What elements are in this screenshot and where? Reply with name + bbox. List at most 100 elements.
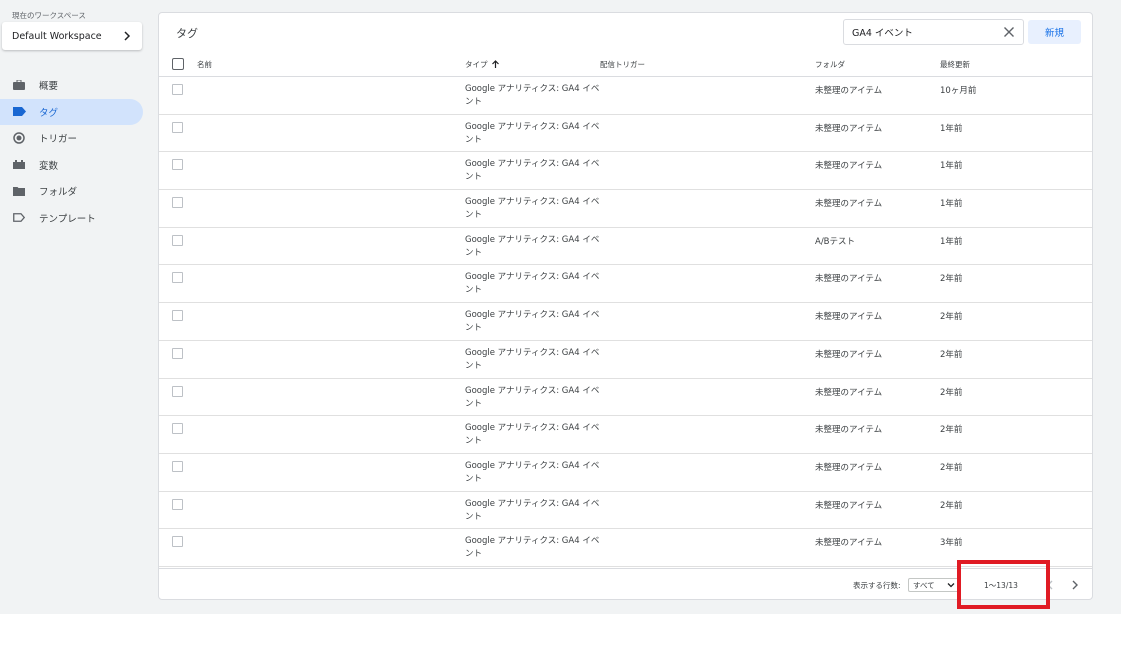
row-checkbox[interactable]	[172, 498, 183, 510]
workspace-selector[interactable]: Default Workspace	[2, 22, 142, 50]
row-checkbox-cell	[172, 84, 183, 95]
table-row[interactable]: Google アナリティクス: GA4 イベント 未整理のアイテム 2年前	[159, 303, 1092, 341]
close-icon[interactable]	[1003, 26, 1015, 38]
sidebar-item-variables[interactable]: 変数	[0, 152, 150, 179]
table-body: Google アナリティクス: GA4 イベント 未整理のアイテム 10ヶ月前 Goo…	[159, 77, 1092, 567]
table-header: 名前 タイプ 配信トリガー フォルダ 最終更新	[159, 51, 1092, 77]
cell-folder: 未整理のアイテム	[815, 462, 883, 473]
sidebar-nav: 概要 タグ トリガー 変数 フォルダ テンプレート	[0, 72, 150, 231]
table-row[interactable]: Google アナリティクス: GA4 イベント A/Bテスト 1年前	[159, 228, 1092, 266]
cell-type: Google アナリティクス: GA4 イベント	[465, 310, 600, 334]
cell-folder: 未整理のアイテム	[815, 312, 883, 323]
cell-type: Google アナリティクス: GA4 イベント	[465, 121, 600, 145]
table-row[interactable]: Google アナリティクス: GA4 イベント 未整理のアイテム 1年前	[159, 115, 1092, 153]
sidebar-item-folders[interactable]: フォルダ	[0, 178, 150, 205]
variables-icon	[12, 158, 26, 172]
cell-type: Google アナリティクス: GA4 イベント	[465, 460, 600, 484]
row-checkbox[interactable]	[172, 234, 183, 246]
row-checkbox[interactable]	[172, 159, 183, 171]
sidebar-item-templates[interactable]: テンプレート	[0, 205, 150, 232]
folder-icon	[12, 184, 26, 198]
sidebar-item-label: トリガー	[39, 134, 78, 146]
column-header-type[interactable]: タイプ	[465, 51, 500, 77]
row-checkbox-cell	[172, 460, 183, 472]
rows-per-page-select[interactable]: すべて	[908, 578, 960, 592]
cell-type: Google アナリティクス: GA4 イベント	[465, 84, 600, 107]
chevron-right-icon[interactable]	[1068, 577, 1082, 593]
table-row[interactable]: Google アナリティクス: GA4 イベント 未整理のアイテム 2年前	[159, 416, 1092, 454]
search-input[interactable]	[852, 26, 1003, 38]
app-root: 現在のワークスペース Default Workspace 概要 タグ トリガー …	[0, 0, 1121, 614]
cell-folder: 未整理のアイテム	[815, 123, 883, 134]
row-checkbox[interactable]	[172, 84, 183, 95]
column-header-updated[interactable]: 最終更新	[940, 51, 970, 77]
row-checkbox-cell	[172, 498, 183, 510]
cell-folder: 未整理のアイテム	[815, 274, 883, 285]
cell-last-updated: 1年前	[940, 199, 963, 210]
cell-folder: 未整理のアイテム	[815, 425, 883, 436]
cell-last-updated: 2年前	[940, 312, 963, 323]
row-checkbox[interactable]	[172, 347, 183, 359]
cell-last-updated: 3年前	[940, 538, 963, 549]
cell-last-updated: 2年前	[940, 425, 963, 436]
row-checkbox[interactable]	[172, 121, 183, 133]
cell-type: Google アナリティクス: GA4 イベント	[465, 234, 600, 258]
chevron-right-icon	[124, 31, 131, 41]
chevron-down-icon	[947, 583, 955, 588]
new-tag-button[interactable]: 新規	[1028, 20, 1081, 44]
sidebar: 現在のワークスペース Default Workspace 概要 タグ トリガー …	[0, 0, 150, 614]
cell-type: Google アナリティクス: GA4 イベント	[465, 423, 600, 447]
row-checkbox-cell	[172, 159, 183, 171]
table-row[interactable]: Google アナリティクス: GA4 イベント 未整理のアイテム 3年前	[159, 529, 1092, 567]
tag-icon	[12, 105, 26, 119]
cell-folder: 未整理のアイテム	[815, 538, 883, 549]
row-checkbox[interactable]	[172, 272, 183, 284]
row-checkbox-cell	[172, 272, 183, 284]
select-all-checkbox[interactable]	[172, 58, 184, 70]
row-checkbox-cell	[172, 423, 183, 435]
cell-last-updated: 2年前	[940, 387, 963, 398]
sidebar-item-tags[interactable]: タグ	[0, 98, 143, 125]
table-row[interactable]: Google アナリティクス: GA4 イベント 未整理のアイテム 2年前	[159, 265, 1092, 304]
row-checkbox[interactable]	[172, 310, 183, 322]
cell-last-updated: 1年前	[940, 236, 963, 247]
table-row[interactable]: Google アナリティクス: GA4 イベント 未整理のアイテム 2年前	[159, 379, 1092, 417]
cell-type: Google アナリティクス: GA4 イベント	[465, 159, 600, 183]
cell-type: Google アナリティクス: GA4 イベント	[465, 536, 600, 560]
column-header-type-label: タイプ	[465, 59, 488, 69]
table-row[interactable]: Google アナリティクス: GA4 イベント 未整理のアイテム 1年前	[159, 152, 1092, 191]
sidebar-item-overview[interactable]: 概要	[0, 72, 150, 99]
cell-last-updated: 2年前	[940, 500, 963, 511]
search-box[interactable]	[843, 19, 1024, 45]
rows-per-page-value: すべて	[913, 580, 935, 590]
table-row[interactable]: Google アナリティクス: GA4 イベント 未整理のアイテム 2年前	[159, 492, 1092, 530]
column-header-name[interactable]: 名前	[197, 51, 212, 77]
row-checkbox[interactable]	[172, 536, 183, 548]
column-header-folder[interactable]: フォルダ	[815, 51, 845, 77]
column-header-trigger[interactable]: 配信トリガー	[600, 51, 645, 77]
page-title: タグ	[176, 27, 198, 40]
cell-folder: 未整理のアイテム	[815, 199, 883, 210]
sidebar-item-triggers[interactable]: トリガー	[0, 125, 150, 152]
cell-last-updated: 2年前	[940, 274, 963, 285]
row-checkbox-cell	[172, 385, 183, 397]
table-row[interactable]: Google アナリティクス: GA4 イベント 未整理のアイテム 1年前	[159, 190, 1092, 228]
table-row[interactable]: Google アナリティクス: GA4 イベント 未整理のアイテム 2年前	[159, 454, 1092, 492]
row-checkbox[interactable]	[172, 197, 183, 209]
row-checkbox-cell	[172, 234, 183, 246]
trigger-icon	[12, 131, 26, 145]
row-checkbox[interactable]	[172, 385, 183, 397]
sidebar-item-label: テンプレート	[39, 213, 96, 225]
cell-folder: 未整理のアイテム	[815, 387, 883, 398]
sidebar-item-label: タグ	[39, 107, 59, 119]
cell-last-updated: 1年前	[940, 123, 963, 134]
row-checkbox-cell	[172, 347, 183, 359]
cell-type: Google アナリティクス: GA4 イベント	[465, 272, 600, 296]
row-checkbox[interactable]	[172, 460, 183, 472]
table-row[interactable]: Google アナリティクス: GA4 イベント 未整理のアイテム 2年前	[159, 341, 1092, 379]
briefcase-icon	[12, 78, 26, 92]
cell-type: Google アナリティクス: GA4 イベント	[465, 385, 600, 409]
row-checkbox[interactable]	[172, 423, 183, 435]
table-row[interactable]: Google アナリティクス: GA4 イベント 未整理のアイテム 10ヶ月前	[159, 77, 1092, 115]
row-checkbox-cell	[172, 197, 183, 209]
